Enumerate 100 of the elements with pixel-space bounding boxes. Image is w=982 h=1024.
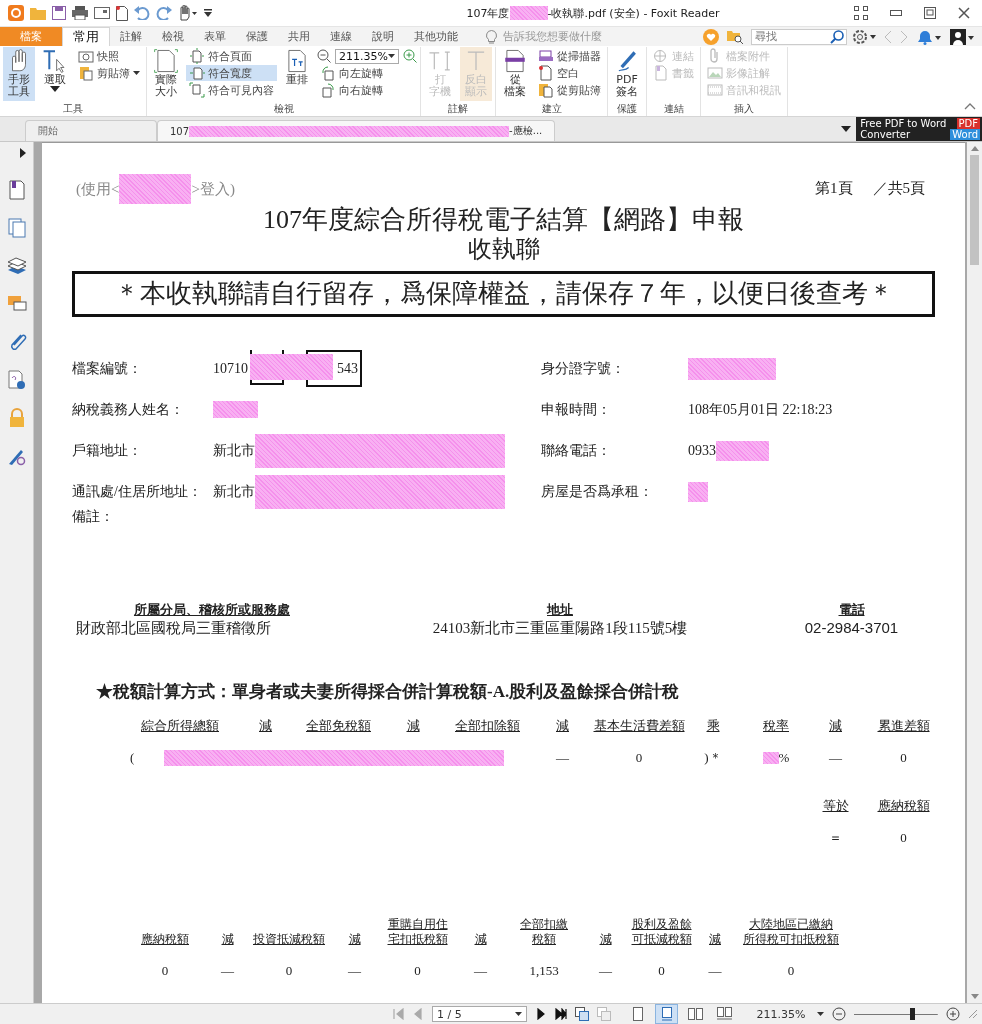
page-number-field[interactable]: 1 / 5	[432, 1006, 527, 1022]
zoom-level-dropdown[interactable]: 211.35%	[756, 1007, 825, 1021]
app-logo-icon[interactable]	[8, 5, 24, 21]
group-label: 建立	[540, 102, 563, 116]
clipboard-icon	[538, 82, 554, 98]
page-copy-icon[interactable]	[574, 1007, 589, 1021]
search-field[interactable]: 尋找	[751, 28, 847, 45]
last-page-icon[interactable]	[554, 1008, 567, 1020]
zoom-in-icon[interactable]	[946, 1007, 960, 1021]
page-number: 第1頁	[815, 179, 853, 198]
table-cell: %	[778, 750, 790, 766]
redaction-block	[688, 481, 708, 502]
field-label: 房屋是否爲承租：	[541, 482, 654, 501]
ribbon-tab[interactable]: 其他功能	[404, 27, 468, 46]
bell-icon[interactable]	[916, 28, 942, 45]
undo-icon[interactable]	[134, 6, 150, 20]
table-cell: 0	[635, 750, 643, 766]
email-icon[interactable]	[94, 7, 110, 19]
new-document-icon[interactable]	[116, 5, 128, 21]
expand-icon[interactable]	[19, 148, 26, 158]
collapse-icon[interactable]	[964, 103, 976, 110]
ribbon-button[interactable]: 選取	[39, 47, 71, 101]
scrollbar-thumb[interactable]	[970, 155, 979, 265]
ribbon-tab[interactable]: 說明	[362, 27, 404, 46]
grid-icon[interactable]	[854, 6, 868, 20]
table-cell-text: —	[220, 963, 235, 979]
ribbon-button[interactable]: 快照	[75, 48, 143, 64]
document-tab[interactable]: 107 -應檢...	[157, 120, 556, 141]
save-icon[interactable]	[52, 6, 66, 20]
ribbon-button[interactable]: 空白	[535, 65, 604, 81]
table-cell-text: 0	[657, 963, 666, 979]
folder-search-icon[interactable]	[727, 29, 743, 44]
zoom-dropdown[interactable]: 211.35%	[335, 48, 399, 64]
ribbon-button[interactable]: 手形 工具	[3, 47, 35, 101]
redaction-block	[509, 6, 548, 20]
bookmark-page-icon[interactable]	[6, 180, 27, 200]
ribbon-button[interactable]: 符合寬度	[186, 65, 277, 81]
bookmark-icon	[653, 65, 669, 81]
ribbon-button[interactable]: 重排	[281, 47, 313, 101]
field-label: 申報時間：	[541, 400, 612, 419]
ribbon-button[interactable]: 從掃描器	[535, 48, 604, 64]
ribbon-tab[interactable]: 連線	[320, 27, 362, 46]
table-cell-text: ＝	[828, 829, 843, 847]
certificate-icon[interactable]	[6, 370, 27, 390]
ribbon-button[interactable]: 符合可見內容	[186, 82, 277, 98]
ribbon-button[interactable]: 符合頁面	[186, 48, 277, 64]
scrollbar[interactable]	[967, 142, 982, 1003]
zoom-in-icon[interactable]	[403, 49, 417, 63]
next-page-icon[interactable]	[534, 1008, 547, 1020]
ribbon-button[interactable]: 剪貼簿	[75, 65, 143, 81]
view-mode-button[interactable]	[655, 1005, 677, 1023]
ribbon-button[interactable]: 從 檔案	[499, 47, 531, 101]
group-label: 註解	[447, 102, 469, 116]
ribbon-button[interactable]: 向左旋轉	[317, 65, 417, 81]
login-note: (使用<	[76, 179, 120, 199]
pages-icon[interactable]	[6, 218, 27, 238]
avatar-icon[interactable]	[950, 28, 974, 45]
close-icon[interactable]	[958, 7, 970, 19]
advert-text: Free PDF to Word	[860, 118, 947, 129]
table-cell-text: 0	[786, 963, 796, 979]
table-cell-text: 1,153	[528, 963, 560, 979]
column-header: 應納稅額	[877, 797, 930, 815]
group-label: 保護	[616, 102, 638, 116]
ribbon-tab[interactable]: 常用	[62, 27, 110, 46]
zoom-out-icon[interactable]	[832, 1007, 847, 1021]
column-header: 減	[406, 717, 420, 735]
ribbon-button[interactable]: PDF 簽名	[611, 47, 643, 101]
tab-list-icon[interactable]	[841, 126, 852, 132]
minimize-icon[interactable]	[890, 10, 902, 16]
table-cell-text: 0	[413, 963, 422, 979]
ribbon-tab[interactable]: 共用	[278, 27, 320, 46]
print-icon[interactable]	[72, 6, 88, 20]
ribbon-tab[interactable]: 檢視	[152, 27, 194, 46]
ribbon-tab[interactable]: 保護	[236, 27, 278, 46]
ribbon-tab[interactable]: 表單	[194, 27, 236, 46]
maximize-icon[interactable]	[924, 7, 936, 19]
table-cell-text: —	[473, 963, 488, 979]
customize-icon[interactable]	[204, 9, 212, 17]
slider-thumb[interactable]	[909, 1008, 915, 1020]
ribbon-tab[interactable]: 註解	[110, 27, 152, 46]
layers-icon[interactable]	[6, 256, 27, 276]
field-label: 戶籍地址：	[72, 441, 143, 460]
column-header: 累進差額	[877, 717, 930, 735]
column-header: 股利及盈餘 可抵減稅額	[631, 917, 692, 947]
advert-banner[interactable]: Free PDF to Word Converter PDF Word	[856, 117, 982, 141]
login-note: >登入)	[191, 179, 235, 199]
table-cell-text: 24103新北市三重區重陽路1段115號5樓	[431, 619, 689, 638]
zoom-out-icon[interactable]	[317, 49, 331, 63]
document-tab[interactable]: 開始	[25, 120, 157, 141]
ribbon-button[interactable]: 從剪貼簿	[535, 82, 604, 98]
rotate-right-icon	[320, 82, 336, 98]
redo-icon[interactable]	[156, 6, 172, 20]
camera-icon	[78, 48, 94, 64]
scroll-down-icon	[970, 994, 979, 999]
ribbon-button[interactable]: 實際 大小	[150, 47, 182, 101]
scroll-up-icon	[970, 146, 979, 151]
hand-icon[interactable]	[178, 5, 198, 21]
gear-icon[interactable]	[852, 28, 876, 45]
comments-icon[interactable]	[6, 294, 27, 314]
ribbon-button[interactable]: 向右旋轉	[317, 82, 417, 98]
